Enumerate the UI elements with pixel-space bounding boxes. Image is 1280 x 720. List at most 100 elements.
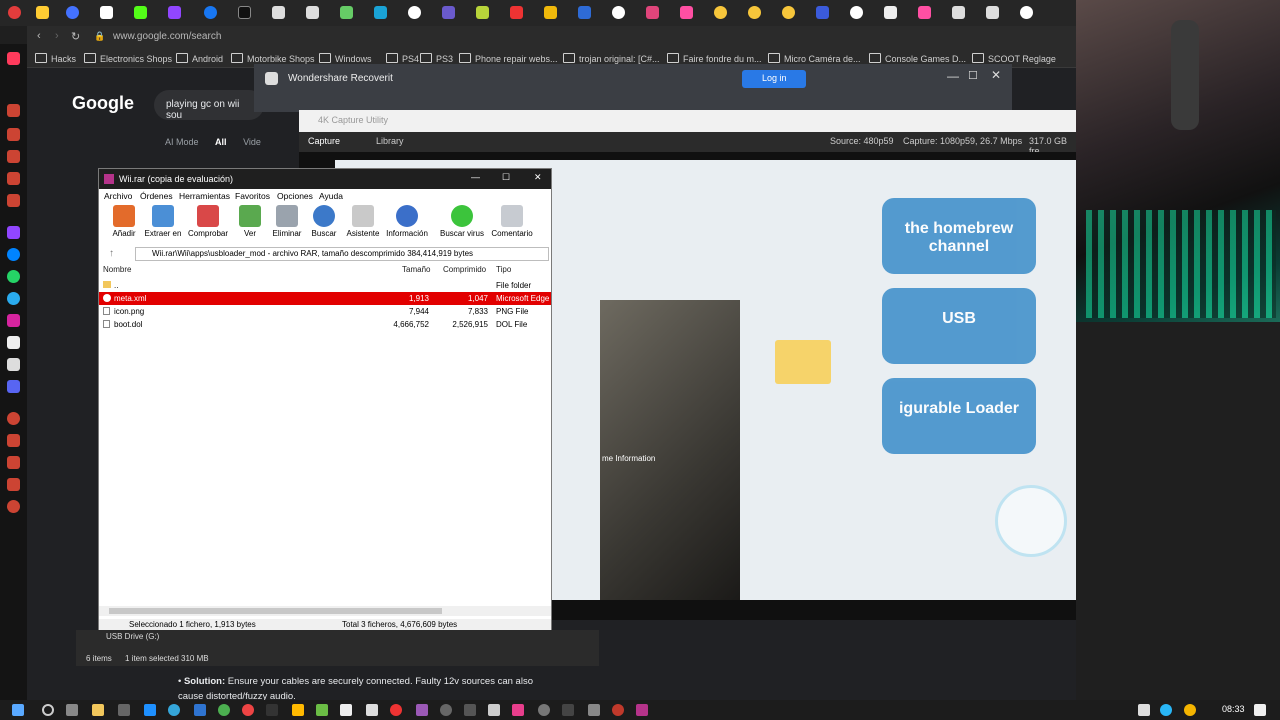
- archive-path-field[interactable]: Wii.rar\Wii\apps\usbloader_mod - archivo…: [135, 247, 549, 261]
- tab-videos[interactable]: Vide: [243, 137, 261, 147]
- file-explorer-icon[interactable]: [92, 704, 104, 716]
- taskbar-app-icon[interactable]: [366, 704, 378, 716]
- instagram-icon[interactable]: [7, 314, 20, 327]
- twitch-icon[interactable]: [7, 226, 20, 239]
- opera-icon[interactable]: [242, 704, 254, 716]
- messenger-icon[interactable]: [7, 248, 20, 261]
- tab-capture[interactable]: Capture: [308, 136, 340, 146]
- tab-favicon-icon[interactable]: [100, 6, 113, 19]
- search-icon[interactable]: [42, 704, 54, 716]
- info-button[interactable]: Información: [384, 205, 430, 238]
- test-button[interactable]: Comprobar: [185, 205, 231, 238]
- bookmark-item[interactable]: Windows: [319, 53, 372, 64]
- tab-favicon-icon[interactable]: [952, 6, 965, 19]
- tab-favicon-icon[interactable]: [646, 6, 659, 19]
- notification-icon[interactable]: [1254, 704, 1266, 716]
- sidebar-app-icon[interactable]: [7, 172, 20, 185]
- tray-icon[interactable]: [1160, 704, 1172, 716]
- tab-favicon-icon[interactable]: [66, 6, 79, 19]
- tab-favicon-icon[interactable]: [36, 6, 49, 19]
- tab-favicon-icon[interactable]: [816, 6, 829, 19]
- sidebar-app-icon[interactable]: [7, 194, 20, 207]
- taskbar-app-icon[interactable]: [194, 704, 206, 716]
- close-icon[interactable]: ✕: [991, 68, 1001, 82]
- sidebar-app-icon[interactable]: [7, 434, 20, 447]
- menu-herramientas[interactable]: Herramientas: [179, 191, 230, 201]
- whatsapp-icon[interactable]: [7, 270, 20, 283]
- tab-favicon-icon[interactable]: [204, 6, 217, 19]
- search-input[interactable]: playing gc on wii sou: [154, 90, 264, 121]
- history-icon[interactable]: [7, 412, 20, 425]
- tab-favicon-icon[interactable]: [680, 6, 693, 19]
- winrar-taskbar-icon[interactable]: [636, 704, 648, 716]
- table-row[interactable]: .. File folder: [99, 279, 551, 292]
- menu-archivo[interactable]: Archivo: [104, 191, 132, 201]
- task-view-icon[interactable]: [66, 704, 78, 716]
- taskbar-app-icon[interactable]: [390, 704, 402, 716]
- tab-favicon-icon[interactable]: [884, 6, 897, 19]
- col-packed[interactable]: Comprimido: [443, 265, 486, 274]
- sidebar-app-icon[interactable]: [7, 456, 20, 469]
- tab-favicon-icon[interactable]: [748, 6, 761, 19]
- bookmark-item[interactable]: Micro Caméra de...: [768, 53, 861, 64]
- edge-icon[interactable]: [168, 704, 180, 716]
- taskbar-app-icon[interactable]: [144, 704, 156, 716]
- bookmark-item[interactable]: SCOOT Reglage: [972, 53, 1056, 64]
- login-button[interactable]: Log in: [742, 70, 806, 88]
- tab-favicon-icon[interactable]: [476, 6, 489, 19]
- bookmark-item[interactable]: trojan original: [C#...: [563, 53, 660, 64]
- tab-favicon-icon[interactable]: [238, 6, 251, 19]
- discord-icon[interactable]: [7, 380, 20, 393]
- taskbar-app-icon[interactable]: [512, 704, 524, 716]
- taskbar-app-icon[interactable]: [292, 704, 304, 716]
- tab-favicon-icon[interactable]: [918, 6, 931, 19]
- tab-youtube-icon[interactable]: [510, 6, 523, 19]
- google-logo[interactable]: Google: [72, 93, 134, 114]
- speaker-icon[interactable]: [1138, 704, 1150, 716]
- minimize-icon[interactable]: —: [471, 172, 480, 182]
- tab-ai-mode[interactable]: AI Mode: [165, 137, 199, 147]
- clock[interactable]: 08:33: [1222, 704, 1245, 714]
- taskbar-app-icon[interactable]: [340, 704, 352, 716]
- scrollbar-thumb[interactable]: [109, 608, 442, 614]
- taskbar-app-icon[interactable]: [440, 704, 452, 716]
- col-type[interactable]: Tipo: [496, 265, 511, 274]
- menu-ayuda[interactable]: Ayuda: [319, 191, 343, 201]
- taskbar-app-icon[interactable]: [562, 704, 574, 716]
- chrome-icon[interactable]: [218, 704, 230, 716]
- taskbar-app-icon[interactable]: [316, 704, 328, 716]
- bookmark-item[interactable]: PS3: [420, 53, 453, 64]
- home-icon[interactable]: [7, 52, 20, 65]
- sidebar-app-icon[interactable]: [7, 128, 20, 141]
- url-field[interactable]: www.google.com/search: [113, 31, 221, 42]
- bookmark-item[interactable]: PS4: [386, 53, 419, 64]
- tab-active-twitch-icon[interactable]: [168, 6, 181, 19]
- maximize-icon[interactable]: ☐: [502, 172, 510, 183]
- tray-icon[interactable]: [1184, 704, 1196, 716]
- back-icon[interactable]: ‹: [37, 30, 41, 42]
- table-row-selected[interactable]: meta.xml 1,913 1,047 Microsoft Edge: [99, 292, 551, 305]
- taskbar-app-icon[interactable]: [118, 704, 130, 716]
- tab-favicon-icon[interactable]: [986, 6, 999, 19]
- extract-button[interactable]: Extraer en: [140, 205, 186, 238]
- tab-google-icon[interactable]: [612, 6, 625, 19]
- taskbar-app-icon[interactable]: [416, 704, 428, 716]
- bookmark-item[interactable]: Console Games D...: [869, 53, 966, 64]
- table-row[interactable]: icon.png 7,944 7,833 PNG File: [99, 305, 551, 318]
- tab-favicon-icon[interactable]: [134, 6, 147, 19]
- bookmark-item[interactable]: Electronics Shops: [84, 53, 172, 64]
- menu-opciones[interactable]: Opciones: [277, 191, 313, 201]
- opera-menu-icon[interactable]: [8, 6, 21, 19]
- drive-label[interactable]: USB Drive (G:): [106, 632, 159, 641]
- close-icon[interactable]: ✕: [534, 172, 542, 183]
- tab-favicon-icon[interactable]: [306, 6, 319, 19]
- wizard-button[interactable]: Asistente: [340, 205, 386, 238]
- comment-button[interactable]: Comentario: [489, 205, 535, 238]
- bookmark-item[interactable]: Hacks: [35, 53, 76, 64]
- tab-favicon-icon[interactable]: [578, 6, 591, 19]
- sidebar-app-icon[interactable]: [7, 478, 20, 491]
- telegram-icon[interactable]: [7, 292, 20, 305]
- tab-favicon-icon[interactable]: [782, 6, 795, 19]
- tab-favicon-icon[interactable]: [374, 6, 387, 19]
- tab-library[interactable]: Library: [376, 136, 404, 146]
